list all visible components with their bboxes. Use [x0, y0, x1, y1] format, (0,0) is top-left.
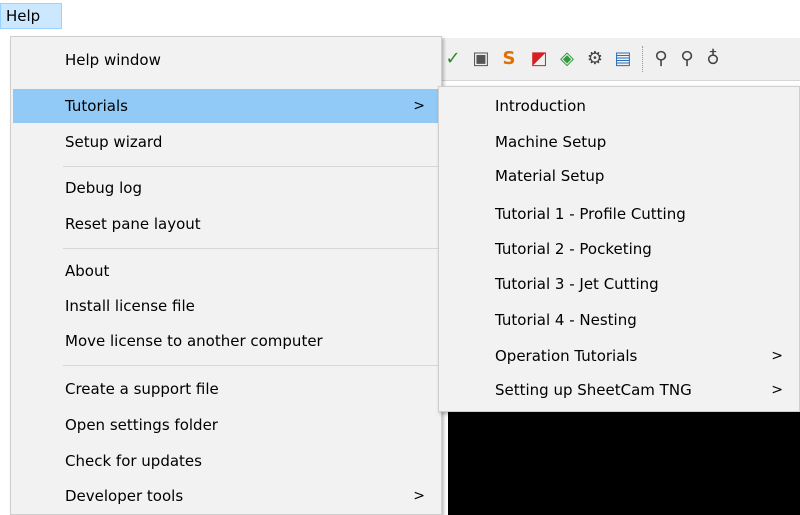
submenu-item-label: Material Setup: [495, 167, 605, 185]
menu-item-move-license[interactable]: Move license to another computer: [13, 324, 439, 358]
submenu-item-operation-tutorials[interactable]: Operation Tutorials >: [441, 339, 797, 373]
submenu-item-label: Tutorial 4 - Nesting: [495, 311, 637, 329]
menu-item-setup-wizard[interactable]: Setup wizard: [13, 125, 439, 159]
menu-item-check-for-updates[interactable]: Check for updates: [13, 444, 439, 478]
menu-item-label: Tutorials: [65, 97, 128, 115]
start-point-icon[interactable]: S: [498, 48, 520, 70]
submenu-item-material-setup[interactable]: Material Setup: [441, 159, 797, 193]
menu-item-open-settings-folder[interactable]: Open settings folder: [13, 408, 439, 442]
menu-item-label: Create a support file: [65, 380, 219, 398]
help-menu-dropdown: Help window Tutorials > Setup wizard Debu…: [10, 36, 442, 515]
menu-item-label: Developer tools: [65, 487, 184, 505]
submenu-item-introduction[interactable]: Introduction: [441, 89, 797, 123]
layers-icon[interactable]: ◈: [556, 48, 578, 70]
menu-item-label: Debug log: [65, 179, 142, 197]
submenu-item-label: Tutorial 3 - Jet Cutting: [495, 275, 659, 293]
menu-item-label: Move license to another computer: [65, 332, 323, 350]
toolbar: ✓ ▣ S ◩ ◈ ⚙ ▤ ⚲ ⚲ ♁: [440, 38, 800, 81]
submenu-item-label: Tutorial 2 - Pocketing: [495, 240, 652, 258]
toolbar-separator: [642, 46, 645, 72]
submenu-item-label: Operation Tutorials: [495, 347, 638, 365]
menu-separator: [63, 166, 439, 167]
layout-icon[interactable]: ▣: [470, 48, 492, 70]
submenu-item-tutorial-2[interactable]: Tutorial 2 - Pocketing: [441, 232, 797, 266]
submenu-item-tutorial-3[interactable]: Tutorial 3 - Jet Cutting: [441, 267, 797, 301]
menu-separator: [63, 365, 439, 366]
menu-item-label: About: [65, 262, 110, 280]
menu-item-developer-tools[interactable]: Developer tools >: [13, 479, 439, 513]
menu-item-reset-pane-layout[interactable]: Reset pane layout: [13, 207, 439, 241]
menu-item-label: Install license file: [65, 297, 195, 315]
submenu-item-label: Introduction: [495, 97, 586, 115]
menu-item-install-license-file[interactable]: Install license file: [13, 289, 439, 323]
submenu-item-label: Machine Setup: [495, 133, 607, 151]
chevron-right-icon: >: [771, 348, 783, 364]
menu-item-tutorials[interactable]: Tutorials >: [13, 89, 439, 123]
menu-item-help-window[interactable]: Help window: [13, 43, 439, 77]
submenu-item-tutorial-4[interactable]: Tutorial 4 - Nesting: [441, 303, 797, 337]
submenu-item-label: Tutorial 1 - Profile Cutting: [495, 205, 686, 223]
zoom-out-icon[interactable]: ⚲: [676, 48, 698, 70]
menu-item-label: Setup wizard: [65, 133, 163, 151]
menu-item-label: Help window: [65, 51, 161, 69]
menu-item-label: Reset pane layout: [65, 215, 201, 233]
submenu-item-tutorial-1[interactable]: Tutorial 1 - Profile Cutting: [441, 197, 797, 231]
menubar: Help: [0, 0, 800, 32]
submenu-item-label: Setting up SheetCam TNG: [495, 381, 692, 399]
tick-icon[interactable]: ✓: [442, 48, 464, 70]
menu-item-create-support-file[interactable]: Create a support file: [13, 372, 439, 406]
zoom-in-icon[interactable]: ⚲: [650, 48, 672, 70]
chevron-right-icon: >: [413, 488, 425, 504]
chevron-right-icon: >: [413, 98, 425, 114]
nest-icon[interactable]: ⚙: [584, 48, 606, 70]
drawing-canvas[interactable]: [448, 412, 800, 515]
menu-item-label: Open settings folder: [65, 416, 218, 434]
zoom-fit-icon[interactable]: ♁: [702, 48, 724, 70]
menu-item-debug-log[interactable]: Debug log: [13, 171, 439, 205]
menu-item-label: Check for updates: [65, 452, 202, 470]
menu-item-about[interactable]: About: [13, 254, 439, 288]
help-menu-title[interactable]: Help: [0, 3, 62, 29]
submenu-item-setting-up-sheetcam[interactable]: Setting up SheetCam TNG >: [441, 373, 797, 407]
submenu-item-machine-setup[interactable]: Machine Setup: [441, 125, 797, 159]
profile-icon[interactable]: ◩: [528, 48, 550, 70]
menu-separator: [63, 248, 439, 249]
tutorials-submenu: Introduction Machine Setup Material Setu…: [438, 86, 800, 412]
window-icon[interactable]: ▤: [612, 48, 634, 70]
chevron-right-icon: >: [771, 382, 783, 398]
